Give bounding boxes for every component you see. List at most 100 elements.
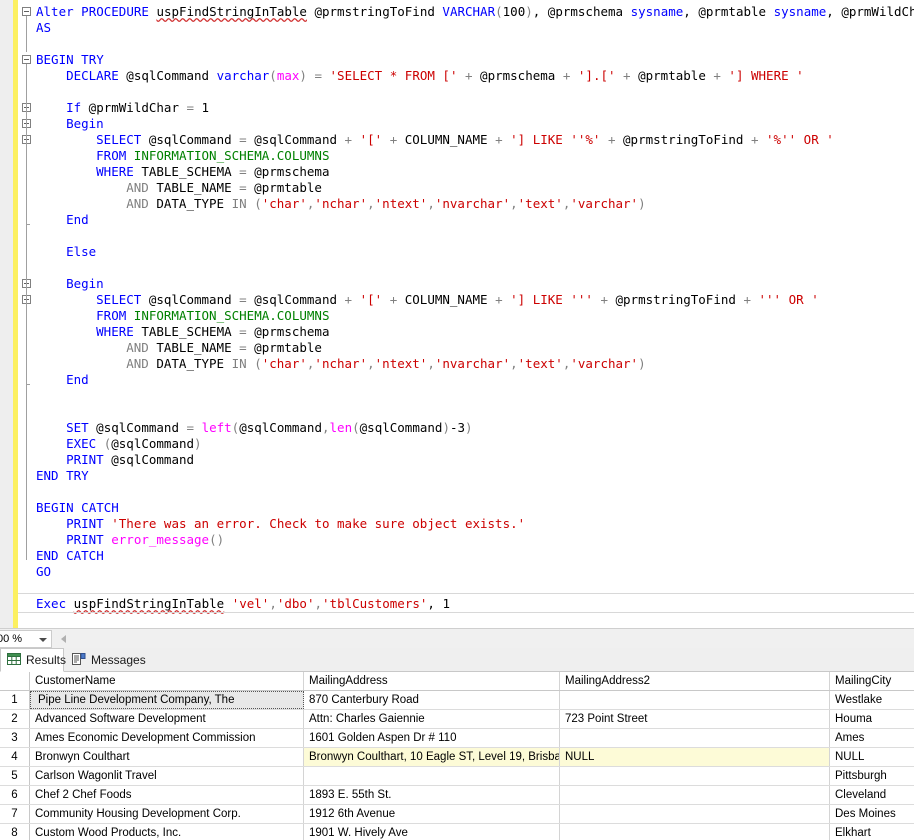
grid-cell[interactable]: Bronwyn Coulthart, 10 Eagle ST, Level 19…	[304, 748, 560, 766]
current-statement-highlight	[18, 593, 914, 613]
grid-cell[interactable]: Bronwyn Coulthart	[30, 748, 304, 766]
grid-cell[interactable]: 723 Point Street	[560, 710, 830, 728]
fold-guide-line-outer	[26, 64, 27, 560]
grid-cell[interactable]	[304, 767, 560, 785]
grid-cell[interactable]: 1601 Golden Aspen Dr # 110	[304, 729, 560, 747]
results-tab-strip[interactable]: Results Messages	[0, 648, 914, 672]
code-line: PRINT error_message()	[66, 532, 225, 547]
grid-column-header[interactable]: MailingAddress	[304, 672, 560, 690]
code-line: AS	[36, 20, 52, 35]
grid-cell[interactable]: Cleveland	[830, 786, 914, 804]
grid-cell[interactable]: 1901 W. Hively Ave	[304, 824, 560, 840]
grid-cell[interactable]	[560, 824, 830, 840]
grid-column-header[interactable]: CustomerName	[30, 672, 304, 690]
grid-cell[interactable]: Chef 2 Chef Foods	[30, 786, 304, 804]
grid-cell[interactable]: Elkhart	[830, 824, 914, 840]
table-row[interactable]: 4 Bronwyn Coulthart Bronwyn Coulthart, 10 …	[0, 748, 914, 767]
code-line: WHERE TABLE_SCHEMA = @prmschema	[96, 164, 330, 179]
code-line: SET @sqlCommand = left(@sqlCommand,len(@…	[66, 420, 473, 435]
code-line: AND TABLE_NAME = @prmtable	[126, 340, 322, 355]
code-line: AND DATA_TYPE IN ('char','nchar','ntext'…	[126, 196, 646, 211]
table-row[interactable]: 2 Advanced Software Development Attn: Char…	[0, 710, 914, 729]
grid-cell[interactable]: 870 Canterbury Road	[304, 691, 560, 709]
row-number-cell[interactable]: 6	[0, 786, 30, 804]
grid-cell[interactable]: Carlson Wagonlit Travel	[30, 767, 304, 785]
table-row[interactable]: 5 Carlson Wagonlit Travel Pittsburgh	[0, 767, 914, 786]
code-line: FROM INFORMATION_SCHEMA.COLUMNS	[96, 308, 330, 323]
tab-messages-label: Messages	[91, 653, 146, 667]
zoom-level-combobox[interactable]: 00 %	[0, 630, 52, 648]
sql-code-text[interactable]: Alter PROCEDURE uspFindStringInTable @pr…	[0, 0, 914, 628]
tab-results-label: Results	[26, 653, 67, 667]
code-line: GO	[36, 564, 52, 579]
grid-cell[interactable]: 1912 6th Avenue	[304, 805, 560, 823]
grid-cell[interactable]: Pipe Line Development Company, The	[30, 691, 304, 709]
grid-cell[interactable]: Houma	[830, 710, 914, 728]
grid-cell[interactable]: 1893 E. 55th St.	[304, 786, 560, 804]
grid-cell[interactable]: Attn: Charles Gaiennie	[304, 710, 560, 728]
code-line: AND DATA_TYPE IN ('char','nchar','ntext'…	[126, 356, 646, 371]
grid-cell[interactable]	[560, 691, 830, 709]
row-number-cell[interactable]: 2	[0, 710, 30, 728]
code-line: AND TABLE_NAME = @prmtable	[126, 180, 322, 195]
row-number-cell[interactable]: 4	[0, 748, 30, 766]
tab-results[interactable]: Results	[0, 648, 67, 672]
code-line: SELECT @sqlCommand = @sqlCommand + '[' +…	[96, 292, 819, 307]
row-number-cell[interactable]: 1	[0, 691, 30, 709]
grid-cell[interactable]: Westlake	[830, 691, 914, 709]
results-grid[interactable]: CustomerName MailingAddress MailingAddress…	[0, 672, 914, 840]
code-line: EXEC (@sqlCommand)	[66, 436, 202, 451]
grid-cell[interactable]	[560, 729, 830, 747]
grid-cell[interactable]: Des Moines	[830, 805, 914, 823]
grid-cell[interactable]: NULL	[560, 748, 830, 766]
code-line: BEGIN TRY	[36, 52, 104, 67]
grid-column-header[interactable]: MailingAddress2	[560, 672, 830, 690]
zoom-level-value: 00 %	[0, 633, 23, 645]
grid-cell[interactable]: Advanced Software Development	[30, 710, 304, 728]
code-line: DECLARE @sqlCommand varchar(max) = 'SELE…	[66, 68, 804, 83]
tab-messages[interactable]: Messages	[66, 648, 150, 672]
code-line: If @prmWildChar = 1	[66, 100, 210, 115]
code-line: Else	[66, 244, 97, 259]
horizontal-scroll-left-button[interactable]	[56, 631, 72, 647]
code-line: SELECT @sqlCommand = @sqlCommand + '[' +…	[96, 132, 834, 147]
code-line: END TRY	[36, 468, 89, 483]
fold-collapse-icon[interactable]	[22, 7, 31, 16]
table-row[interactable]: 8 Custom Wood Products, Inc. 1901 W. Hivel…	[0, 824, 914, 840]
grid-cell[interactable]	[560, 805, 830, 823]
row-number-cell[interactable]: 3	[0, 729, 30, 747]
grid-icon	[7, 652, 21, 668]
editor-zoom-scrollbar[interactable]: 00 %	[0, 628, 914, 648]
row-number-cell[interactable]: 7	[0, 805, 30, 823]
grid-cell[interactable]: Community Housing Development Corp.	[30, 805, 304, 823]
fold-collapse-icon[interactable]	[22, 55, 31, 64]
code-line: END CATCH	[36, 548, 104, 563]
grid-header-row: CustomerName MailingAddress MailingAddress…	[0, 672, 914, 691]
chevron-down-icon[interactable]	[39, 638, 47, 642]
grid-cell[interactable]: Ames	[830, 729, 914, 747]
table-row[interactable]: 1 Pipe Line Development Company, The 870 C…	[0, 691, 914, 710]
table-row[interactable]: 3 Ames Economic Development Commission 160…	[0, 729, 914, 748]
grid-cell[interactable]: Custom Wood Products, Inc.	[30, 824, 304, 840]
fold-guide-line	[26, 16, 27, 52]
messages-icon	[72, 652, 86, 668]
code-line: End	[66, 372, 89, 387]
code-line: Alter PROCEDURE uspFindStringInTable @pr…	[36, 4, 914, 19]
grid-column-header[interactable]: MailingCity	[830, 672, 914, 690]
grid-cell[interactable]	[560, 767, 830, 785]
grid-cell[interactable]: Ames Economic Development Commission	[30, 729, 304, 747]
row-number-cell[interactable]: 5	[0, 767, 30, 785]
grid-cell[interactable]	[560, 786, 830, 804]
row-number-cell[interactable]: 8	[0, 824, 30, 840]
grid-cell[interactable]: NULL	[830, 748, 914, 766]
code-line: PRINT @sqlCommand	[66, 452, 195, 467]
code-line: Begin	[66, 116, 104, 131]
code-line: Begin	[66, 276, 104, 291]
code-line: FROM INFORMATION_SCHEMA.COLUMNS	[96, 148, 330, 163]
code-line: End	[66, 212, 89, 227]
table-row[interactable]: 6 Chef 2 Chef Foods 1893 E. 55th St. Clevel…	[0, 786, 914, 805]
table-row[interactable]: 7 Community Housing Development Corp. 1912…	[0, 805, 914, 824]
sql-editor-pane[interactable]: Alter PROCEDURE uspFindStringInTable @pr…	[0, 0, 914, 628]
grid-cell[interactable]: Pittsburgh	[830, 767, 914, 785]
grid-corner-cell[interactable]	[0, 672, 30, 690]
